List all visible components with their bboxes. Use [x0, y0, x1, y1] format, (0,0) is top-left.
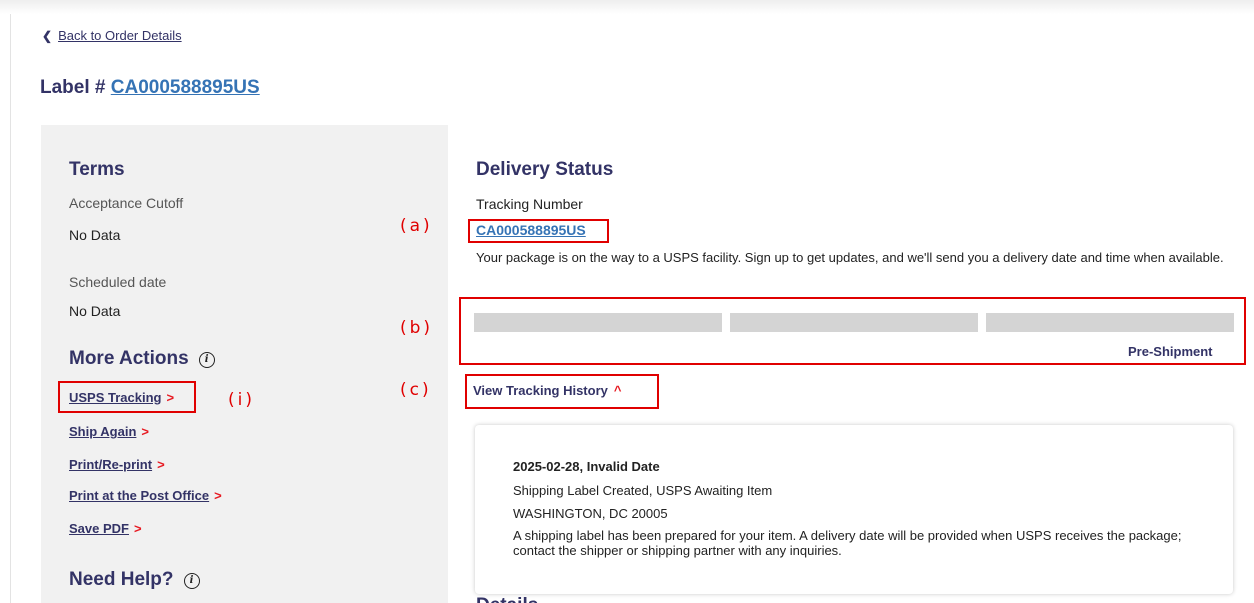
status-message: Your package is on the way to a USPS fac…	[476, 250, 1224, 265]
scheduled-date-value: No Data	[69, 303, 121, 319]
more-actions-heading: More Actions i	[69, 348, 215, 370]
label-number-link[interactable]: CA000588895US	[111, 77, 260, 98]
chevron-right-icon: >	[157, 457, 165, 472]
chevron-right-icon: >	[133, 521, 142, 536]
acceptance-cutoff-value: No Data	[69, 227, 121, 243]
left-border	[10, 14, 11, 603]
details-heading: Details	[476, 595, 538, 603]
chevron-left-icon: ❮	[42, 29, 53, 43]
annotation-box-c	[465, 374, 659, 409]
annotation-label-c: (c)	[400, 380, 432, 400]
annotation-box-b	[459, 297, 1246, 365]
annotation-label-b: (b)	[400, 318, 434, 338]
top-shadow	[0, 0, 1254, 14]
annotation-box-a	[468, 219, 609, 243]
scheduled-date-label: Scheduled date	[69, 274, 167, 290]
annotation-label-i: (i)	[228, 390, 255, 410]
event-description: A shipping label has been prepared for y…	[513, 528, 1182, 558]
annotation-label-a: (a)	[400, 216, 433, 236]
save-pdf-link[interactable]: Save PDF >	[69, 521, 142, 536]
page-title: Label # CA000588895US	[40, 77, 260, 98]
delivery-status-heading: Delivery Status	[476, 159, 614, 180]
chevron-right-icon: >	[214, 488, 222, 503]
print-reprint-link[interactable]: Print/Re-print >	[69, 457, 165, 472]
need-help-heading: Need Help? i	[69, 569, 200, 591]
print-at-post-office-link[interactable]: Print at the Post Office >	[69, 488, 222, 503]
ship-again-link[interactable]: Ship Again >	[69, 424, 149, 439]
event-location: WASHINGTON, DC 20005	[513, 506, 668, 521]
annotation-box-i	[58, 381, 196, 413]
event-status: Shipping Label Created, USPS Awaiting It…	[513, 483, 773, 498]
info-icon[interactable]: i	[198, 352, 215, 368]
tracking-number-label: Tracking Number	[476, 196, 583, 212]
back-to-order-details-link[interactable]: ❮ Back to Order Details	[42, 28, 182, 43]
info-icon[interactable]: i	[183, 573, 200, 589]
event-date: 2025-02-28, Invalid Date	[513, 459, 660, 474]
chevron-right-icon: >	[141, 424, 149, 439]
terms-heading: Terms	[69, 159, 125, 180]
acceptance-cutoff-label: Acceptance Cutoff	[69, 195, 184, 211]
